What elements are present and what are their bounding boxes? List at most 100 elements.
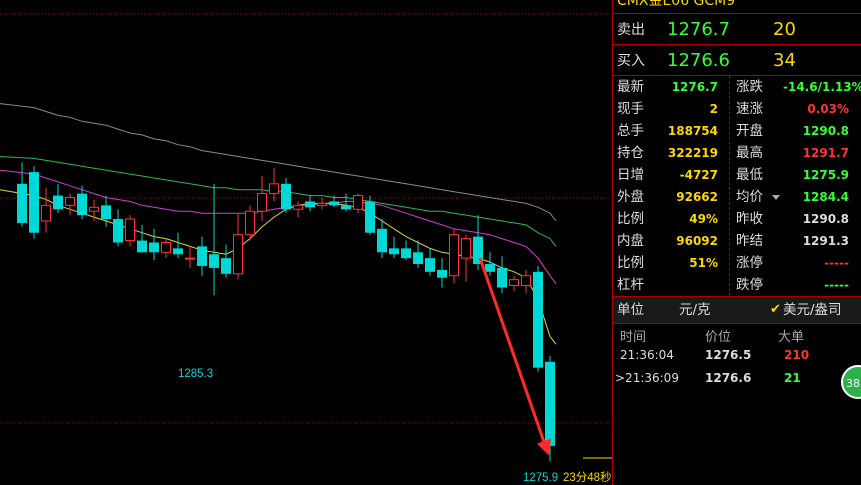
ask-price: 1276.7	[667, 18, 730, 40]
quote-row: 外盘 92662 均价 1284.4	[613, 186, 861, 208]
trade-row: >21:36:09 1276.6 21	[613, 368, 861, 388]
candle-body	[269, 183, 279, 195]
candle-body	[137, 240, 147, 253]
candle-body	[461, 238, 471, 259]
candle-body	[389, 248, 399, 255]
candle-body	[353, 195, 363, 210]
quote-row: 内盘 96092 昨结 1291.3	[613, 230, 861, 252]
unit-label: 单位	[617, 302, 644, 318]
candle-body	[245, 210, 255, 236]
quote-value: 2	[709, 102, 718, 116]
trade-volume: 210	[784, 348, 810, 362]
quote-label: 跌停	[736, 277, 763, 293]
quote-row: 日增 -4727 最低 1275.9	[613, 164, 861, 186]
candle-body	[365, 201, 375, 233]
trades-header-time: 时间	[620, 330, 647, 345]
candle-body	[533, 271, 543, 368]
quote-value: 322219	[667, 146, 718, 160]
quote-row: 比例 51% 涨停 -----	[613, 252, 861, 274]
bid-volume: 34	[773, 49, 796, 71]
bid-price: 1276.6	[667, 49, 730, 71]
candle-body	[449, 234, 459, 277]
candle-body	[257, 193, 267, 212]
unit-option-yuan-per-gram[interactable]: 元/克	[679, 297, 711, 323]
unit-bar: 单位 元/克 ✔ 美元/盎司	[613, 297, 861, 324]
quote-label: 日增	[617, 167, 644, 183]
current-price-label: 1275.9	[523, 472, 558, 484]
candle-body	[185, 257, 195, 260]
trade-price: 1276.5	[705, 348, 752, 362]
quote-label: 速涨	[736, 101, 763, 117]
quote-label: 开盘	[736, 123, 763, 139]
candle-body	[305, 201, 315, 208]
candle-body	[221, 258, 231, 274]
quote-label: 涨停	[736, 255, 763, 271]
candle-body	[413, 252, 423, 265]
quote-label: 涨跌	[736, 79, 763, 95]
quote-value: 188754	[667, 124, 718, 138]
contract-title-text: CMX金E06 GCM9	[617, 0, 736, 9]
candle-body	[65, 197, 75, 206]
candle-body	[125, 218, 135, 242]
quote-label: 持仓	[617, 145, 644, 161]
trade-row: 21:36:04 1276.5 210	[613, 345, 861, 365]
candle-body	[149, 242, 159, 253]
quote-label: 昨结	[736, 233, 763, 249]
ask-row[interactable]: 卖出 1276.7 20	[613, 14, 861, 45]
candle-body	[293, 204, 303, 210]
candle-body	[545, 361, 555, 446]
candle-body	[197, 246, 207, 266]
candle-body	[233, 234, 243, 275]
quote-value: -----	[824, 278, 849, 292]
candle-body	[317, 202, 327, 206]
ask-label: 卖出	[617, 22, 645, 38]
candle-body	[509, 279, 519, 287]
quote-grid: 最新 1276.7 涨跌 -14.6/1.13% 现手 2 速涨 0.03% 总手 188754 开…	[613, 76, 861, 297]
candle-body	[329, 201, 339, 206]
quote-label: 杠杆	[617, 277, 644, 293]
candle-body	[53, 195, 63, 210]
quote-value: 1290.8	[802, 212, 849, 226]
quote-label: 均价	[736, 189, 763, 205]
candle-body	[101, 205, 111, 220]
quote-value: 1291.7	[802, 146, 849, 160]
dropdown-triangle-icon[interactable]	[772, 195, 780, 200]
candle-body	[281, 183, 291, 210]
candle-body	[341, 205, 351, 210]
candle-body	[89, 206, 99, 212]
quote-value: 92662	[676, 190, 718, 204]
candle-body	[401, 248, 411, 259]
candle-body	[497, 267, 507, 288]
quote-label: 最低	[736, 167, 763, 183]
quote-row: 持仓 322219 最高 1291.7	[613, 142, 861, 164]
trades-header-volume: 大单	[778, 330, 805, 345]
quote-value: 51%	[689, 256, 718, 270]
trade-list[interactable]: 时间 价位 大单 21:36:04 1276.5 210 >21:36:09 1…	[613, 324, 861, 474]
quote-label: 外盘	[617, 189, 644, 205]
quote-value: 1276.7	[671, 80, 718, 94]
quote-label: 比例	[617, 211, 644, 227]
candle-body	[17, 183, 27, 223]
quote-row: 总手 188754 开盘 1290.8	[613, 120, 861, 142]
quote-label: 总手	[617, 123, 644, 139]
quote-label: 比例	[617, 255, 644, 271]
quote-value: 96092	[676, 234, 718, 248]
quote-label: 内盘	[617, 233, 644, 249]
candle-body	[41, 204, 51, 222]
candlestick-chart[interactable]: 1285.3 1275.9 23分48秒	[0, 0, 612, 485]
quote-row: 比例 49% 昨收 1290.8	[613, 208, 861, 230]
candle-body	[113, 219, 123, 243]
trade-volume: 21	[784, 371, 801, 385]
quote-value: 1275.9	[802, 168, 849, 182]
unit-option-usd-per-ounce[interactable]: 美元/盎司	[783, 297, 842, 323]
quote-value: 1291.3	[802, 234, 849, 248]
contract-title: CMX金E06 GCM9	[613, 0, 861, 14]
quote-value: -----	[824, 256, 849, 270]
arrow-head-icon	[537, 438, 551, 456]
quote-value: -4727	[679, 168, 718, 182]
candle-body	[161, 242, 171, 253]
quote-row: 现手 2 速涨 0.03%	[613, 98, 861, 120]
candle-body	[521, 275, 531, 287]
quote-row: 杠杆 跌停 -----	[613, 274, 861, 296]
bid-row[interactable]: 买入 1276.6 34	[613, 45, 861, 76]
